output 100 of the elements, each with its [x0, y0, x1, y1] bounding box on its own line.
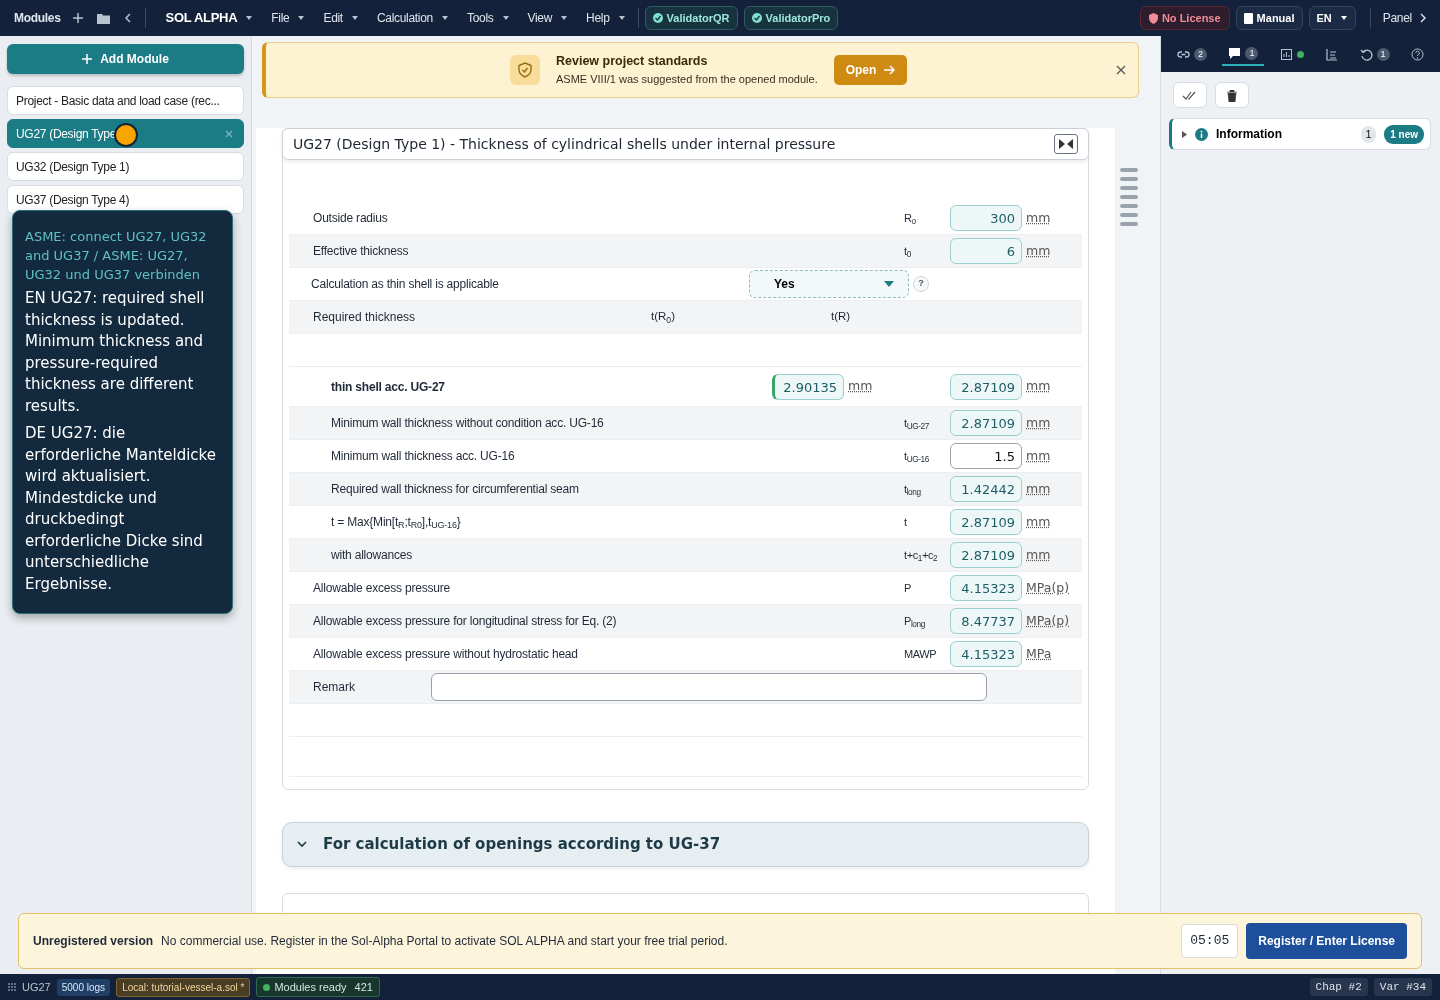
panel-tab[interactable]: 1: [1353, 43, 1396, 65]
result-value: 4.15323: [950, 641, 1022, 667]
caret-icon: [884, 281, 894, 287]
validator-button[interactable]: ValidatorPro: [743, 5, 839, 31]
language-select[interactable]: EN: [1308, 5, 1356, 31]
result-value: 2.87109: [950, 509, 1022, 535]
menu-item[interactable]: Edit: [317, 7, 365, 29]
symbol-label: t$_{UG-16}$: [904, 448, 930, 465]
tooltip-text: EN UG27: required shell thickness is updated. Minimum thickness and pressure-required thickness are different results.: [25, 288, 206, 417]
column-header: t(R): [831, 309, 852, 325]
validator-button[interactable]: ValidatorQR: [644, 5, 738, 31]
symbol-label: t+c$_{1}$+c$_{2}$: [904, 547, 939, 564]
panel-tab[interactable]: 2: [1171, 43, 1213, 65]
countdown-timer: 05:05: [1181, 924, 1239, 958]
notice-text: ASME VIII/1 was suggested from the opened module.: [556, 72, 818, 88]
module-item[interactable]: UG27 (Design Type: [7, 119, 244, 148]
module-item[interactable]: Project - Basic data and load case (rec...: [7, 86, 244, 115]
result-value: 1.42442: [950, 476, 1022, 502]
chart-icon: [1279, 47, 1293, 61]
field-label: t = Max{Min[t$_{R}$;t$_{R0}$],t$_{UG-16}$}: [331, 514, 462, 531]
banner-title: Unregistered version: [33, 933, 154, 950]
plus-icon: [82, 54, 93, 64]
unit-label: mm: [1025, 545, 1052, 564]
menu-item[interactable]: Calculation: [370, 7, 455, 29]
unit-label: mm: [1025, 413, 1052, 432]
modules-button[interactable]: Modules: [8, 7, 67, 29]
panel-toggle[interactable]: Panel: [1376, 7, 1432, 29]
panel-tab[interactable]: 1: [1222, 42, 1265, 66]
symbol-label: P: [904, 580, 912, 596]
help-button[interactable]: ?: [913, 276, 929, 292]
banner-text: No commercial use. Register in the Sol-Alpha Portal to activate SOL ALPHA and start your free trial period.: [161, 933, 729, 950]
help-icon: [1411, 47, 1424, 61]
result-value: 6: [950, 238, 1022, 264]
unit-label: mm: [1025, 512, 1052, 531]
arrow-right-icon: [884, 65, 896, 75]
modules-status: Modules ready 421: [256, 976, 380, 998]
folder-icon[interactable]: [96, 12, 110, 24]
module-name: UG27: [22, 979, 51, 995]
caret-icon: [501, 14, 510, 22]
collapsible-section[interactable]: For calculation of openings according to UG-37: [282, 822, 1089, 867]
back-icon[interactable]: [123, 13, 131, 23]
cursor-marker: [114, 123, 138, 147]
result-value: 2.90135: [772, 373, 844, 400]
tooltip-text: DE UG27: die erforderliche Manteldicke wird aktualisiert. Mindestdicke und druckbedingt erforderliche Dicke sind unterschiedliche Ergebnisse.: [25, 423, 217, 595]
symbol-label: MAWP: [904, 646, 938, 662]
field-label: Allowable excess pressure for longitudinal stress for Eq. (2): [313, 613, 618, 630]
unit-label: mm: [847, 377, 874, 396]
caret-icon: [441, 14, 449, 22]
symbol-label: P$_{long}$: [904, 613, 926, 630]
unit-label: mm: [1025, 241, 1052, 260]
new-badge: 1 new: [1384, 124, 1424, 144]
add-module-button[interactable]: Add Module: [7, 44, 244, 74]
select-field[interactable]: Yes: [749, 270, 909, 298]
count-badge: 1: [1360, 125, 1377, 143]
symbol-label: R$_{o}$: [904, 210, 917, 227]
collapse-button[interactable]: [1054, 134, 1078, 154]
result-value: 2.87109: [950, 373, 1022, 400]
caret-icon: [350, 14, 359, 22]
menu-item[interactable]: File: [265, 7, 312, 29]
check-icon: [751, 13, 762, 23]
unit-label: MPa: [1025, 644, 1053, 663]
info-group[interactable]: Information 1 1 new: [1169, 118, 1431, 150]
collapse-icon: [1058, 138, 1074, 150]
unit-label: mm: [1025, 479, 1052, 498]
logs-badge[interactable]: 5000 logs: [56, 978, 111, 996]
app-menu[interactable]: SOL ALPHA: [159, 6, 260, 30]
section-title: UG27 (Design Type 1) - Thickness of cylindrical shells under internal pressure: [293, 134, 836, 154]
caret-icon: [617, 14, 626, 22]
license-button[interactable]: No License: [1139, 5, 1230, 31]
file-badge[interactable]: Local: tutorial-vessel-a.sol *: [116, 977, 251, 997]
caret-icon: [297, 14, 306, 22]
caret-icon: [1339, 14, 1348, 22]
menu-item[interactable]: Tools: [461, 7, 516, 29]
result-value: 8.47737: [950, 608, 1022, 634]
manual-button[interactable]: Manual: [1235, 5, 1303, 31]
grip-icon[interactable]: [8, 983, 16, 991]
module-item[interactable]: UG32 (Design Type 1): [7, 152, 244, 181]
field-label: Allowable excess pressure: [313, 580, 452, 597]
close-icon[interactable]: [1116, 65, 1126, 75]
delete-button[interactable]: [1215, 82, 1249, 108]
column-header: t(R$_{0}$): [651, 309, 676, 326]
field-label: thin shell acc. UG-27: [331, 378, 446, 396]
notice-title: Review project standards: [556, 53, 709, 71]
shield-check-icon: [510, 55, 540, 85]
unit-label: MPa(p): [1025, 611, 1071, 630]
field-label: Effective thickness: [313, 243, 410, 260]
remark-field[interactable]: [431, 673, 987, 701]
register-button[interactable]: Register / Enter License: [1246, 923, 1407, 959]
field-label: Minimum wall thickness acc. UG-16: [331, 448, 516, 465]
plus-icon[interactable]: [72, 13, 83, 23]
input-field[interactable]: 1.5: [950, 443, 1022, 469]
result-value: 4.15323: [950, 575, 1022, 601]
unit-label: mm: [1025, 208, 1052, 227]
menu-item[interactable]: View: [521, 7, 575, 29]
field-label: with allowances: [331, 547, 414, 564]
mark-read-button[interactable]: [1173, 82, 1207, 108]
menu-item[interactable]: Help: [580, 7, 632, 29]
field-label: Calculation as thin shell is applicable: [311, 276, 500, 293]
variable-indicator: Var #34: [1373, 977, 1432, 997]
chapter-indicator: Chap #2: [1309, 977, 1368, 997]
